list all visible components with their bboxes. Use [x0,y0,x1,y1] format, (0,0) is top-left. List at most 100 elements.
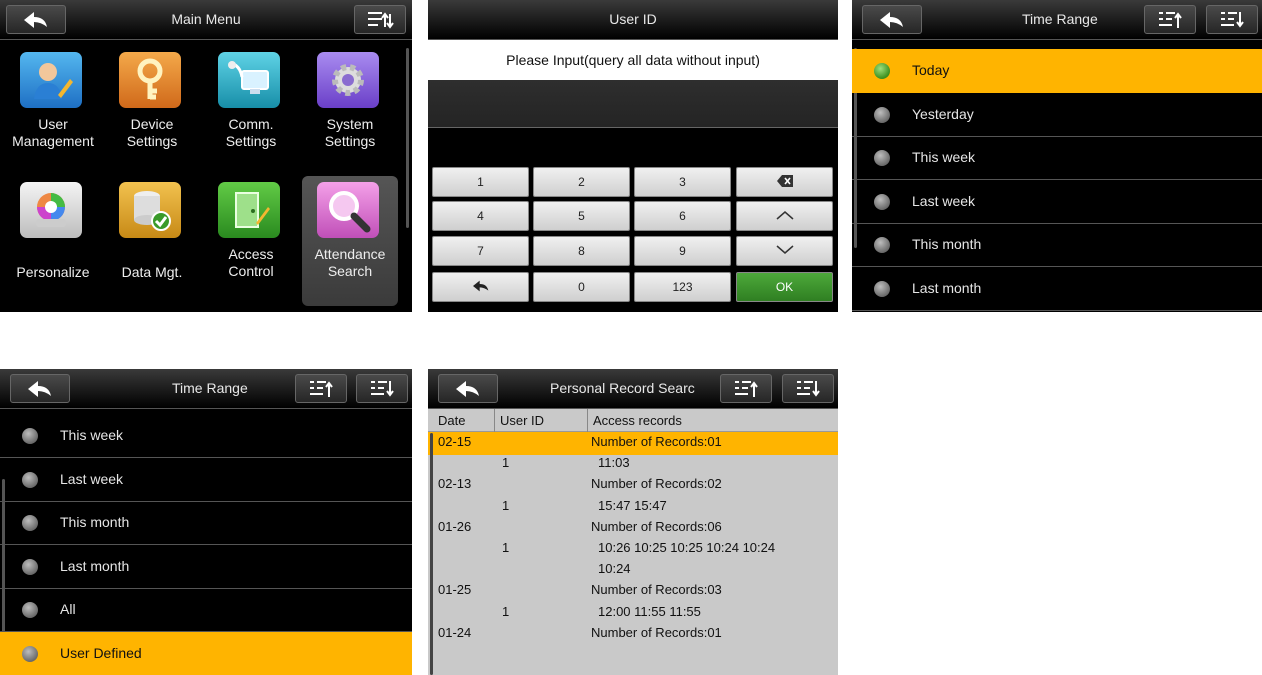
option-last-month[interactable]: Last month [852,267,1262,311]
menu-item-data-mgt[interactable]: Data Mgt. [104,176,200,306]
option-all[interactable]: All [0,588,412,633]
radio-icon [874,106,890,123]
key-8[interactable]: 8 [533,236,630,266]
access-records-cell: 12:00 11:55 11:55 [598,603,701,619]
user-id-cell: 1 [502,497,510,513]
column-divider [587,409,588,432]
menu-item-label-line: Comm. [228,116,274,132]
back-arrow-icon [880,11,903,28]
key-4[interactable]: 4 [432,201,529,231]
option-this-month[interactable]: This month [0,501,412,546]
menu-item-label-line: Personalize [16,264,90,280]
option-this-week[interactable]: This week [0,414,412,458]
table-row[interactable]: 01-24 Number of Records:01 [428,623,838,646]
key-label: 3 [679,175,686,189]
menu-item-personalize[interactable]: Personalize [5,176,101,306]
menu-item-settings[interactable]: Device Settings [104,46,200,176]
table-row[interactable]: 10:24 [428,559,838,582]
key-123[interactable]: 123 [634,272,731,302]
menu-item-label-line: Search [327,263,373,279]
backspace-key[interactable] [736,167,833,197]
menu-item-label: User Management [5,116,101,150]
list-down-icon [371,380,394,397]
chevron-down-key[interactable] [736,236,833,266]
radio-icon [874,63,890,79]
scrollbar[interactable] [430,433,433,675]
column-header-access-records: Access records [593,413,682,428]
back-button[interactable] [862,5,922,34]
option-yesterday[interactable]: Yesterday [852,93,1262,137]
menu-item-control[interactable]: Access Control [203,176,299,306]
key-1[interactable]: 1 [432,167,529,197]
option-last-week[interactable]: Last week [852,180,1262,224]
key-6[interactable]: 6 [634,201,731,231]
table-row[interactable]: 1 11:03 [428,453,838,476]
key-2[interactable]: 2 [533,167,630,197]
key-icon [119,52,181,108]
back-button[interactable] [10,374,70,403]
page-down-button[interactable] [356,374,408,403]
menu-item-label-line: Settings [126,133,178,149]
menu-item-label-line: Attendance [314,246,386,262]
option-label: This month [912,236,982,253]
table-row[interactable]: 1 15:47 15:47 [428,496,838,519]
back-arrow-icon [456,380,479,397]
key-3[interactable]: 3 [634,167,731,197]
records-table: 02-15 Number of Records:01 1 11:03 02-13 Numb… [428,432,838,675]
access-records-cell: Number of Records:01 [591,434,722,449]
key-label: 7 [477,244,484,258]
key-label: 5 [578,209,585,223]
access-records-cell: 11:03 [598,455,630,471]
option-this-week[interactable]: This week [852,136,1262,181]
option-label: Last month [60,557,130,574]
radio-icon [874,281,890,297]
page-title: User ID [609,11,657,27]
scrollbar[interactable] [406,48,409,228]
table-row[interactable]: 02-13 Number of Records:02 [428,474,838,497]
key-5[interactable]: 5 [533,201,630,231]
user-id-input[interactable] [428,80,838,128]
key-9[interactable]: 9 [634,236,731,266]
menu-item-label-line: Management [12,133,94,149]
page-down-button[interactable] [782,374,834,403]
chevron-up-key[interactable] [736,201,833,231]
page-up-button[interactable] [720,374,772,403]
menu-item-label-line: Access [228,246,274,262]
ok-key[interactable]: OK [736,272,833,302]
sort-button[interactable] [354,5,406,34]
back-arrow-key[interactable] [432,272,529,302]
option-last-week[interactable]: Last week [0,458,412,502]
page-up-button[interactable] [295,374,347,403]
option-last-month[interactable]: Last month [0,545,412,589]
option-label: All [60,601,76,618]
chevron-down-icon [776,244,794,258]
table-row[interactable]: 1 10:26 10:25 10:25 10:24 10:24 [428,538,838,561]
page-up-button[interactable] [1144,5,1196,34]
back-button[interactable] [438,374,498,403]
user-management-icon [20,52,82,108]
menu-item-management[interactable]: User Management [5,46,101,176]
key-0[interactable]: 0 [533,272,630,302]
menu-item-settings[interactable]: System Settings [302,46,398,176]
network-computer-icon [218,52,280,108]
table-row[interactable]: 01-26 Number of Records:06 [428,517,838,540]
option-this-month[interactable]: This month [852,223,1262,268]
key-label: 4 [477,209,484,223]
time-range-titlebar: Time Range [852,0,1262,40]
menu-item-label-line: Data Mgt. [121,264,183,280]
record-search-screen: Personal Record Searc Date User ID Acces… [428,369,838,675]
page-down-button[interactable] [1206,5,1258,34]
option-today[interactable]: Today [852,49,1262,93]
menu-item-search[interactable]: Attendance Search [302,176,398,306]
table-row[interactable]: 02-15 Number of Records:01 [428,432,838,455]
table-row[interactable]: 01-25 Number of Records:03 [428,580,838,603]
option-label: Last month [912,280,982,296]
option-user-defined[interactable]: User Defined [0,632,412,675]
option-label: User Defined [60,645,142,661]
record-search-titlebar: Personal Record Searc [428,369,838,409]
table-row[interactable]: 1 12:00 11:55 11:55 [428,602,838,625]
user-id-cell: 1 [502,603,510,619]
key-7[interactable]: 7 [432,236,529,266]
menu-item-settings[interactable]: Comm. Settings [203,46,299,176]
menu-item-label: Comm. Settings [203,116,299,150]
